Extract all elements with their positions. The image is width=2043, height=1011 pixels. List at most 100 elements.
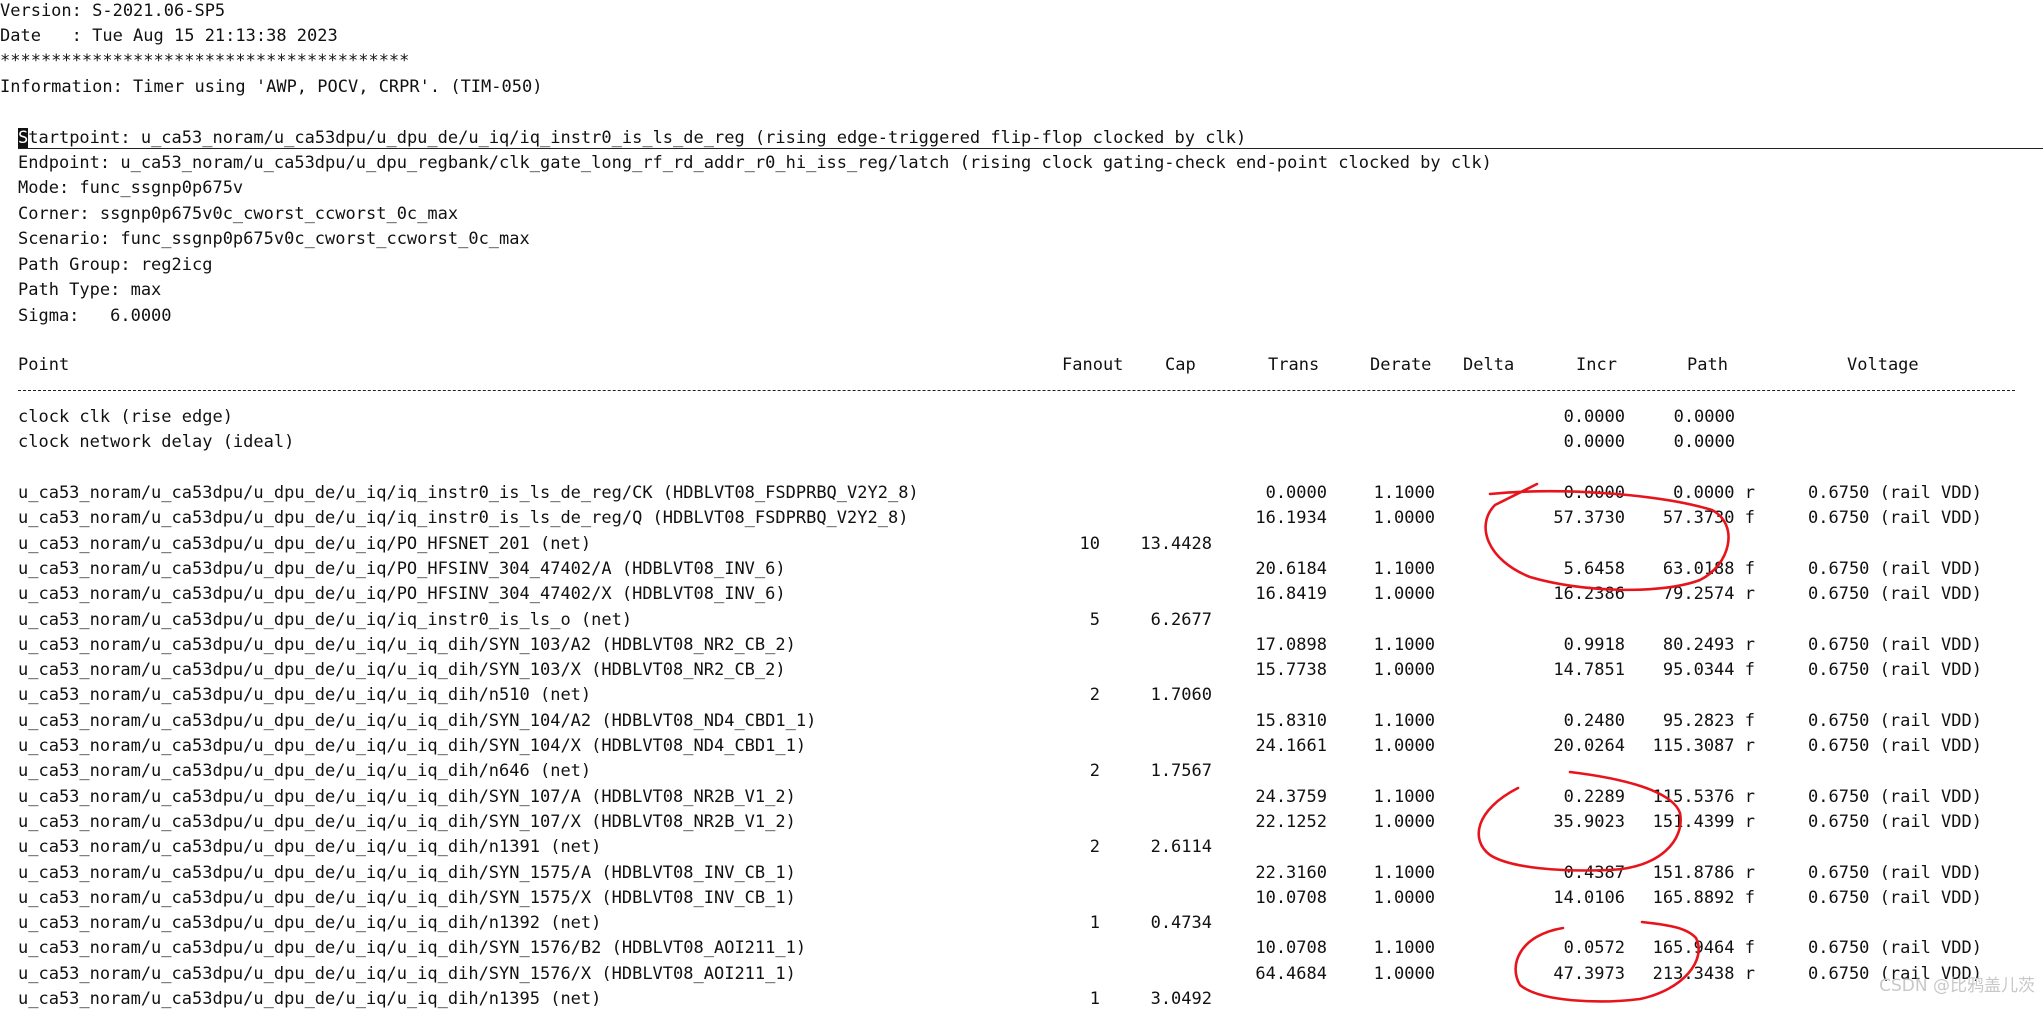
incr-cell: 0.9918	[1563, 634, 1625, 655]
table-row: u_ca53_noram/u_ca53dpu/u_dpu_de/u_iq/u_i…	[0, 759, 2043, 783]
col-header-derate: Derate	[1370, 355, 1432, 375]
voltage-cell: 0.6750 (rail VDD)	[1808, 736, 1982, 756]
startpoint-text: tartpoint: u_ca53_noram/u_ca53dpu/u_dpu_…	[28, 128, 1247, 148]
table-row: u_ca53_noram/u_ca53dpu/u_dpu_de/u_iq/iq_…	[0, 608, 2043, 632]
point-cell: u_ca53_noram/u_ca53dpu/u_dpu_de/u_iq/u_i…	[18, 938, 807, 959]
table-row: u_ca53_noram/u_ca53dpu/u_dpu_de/u_iq/u_i…	[0, 936, 2043, 960]
point-cell: u_ca53_noram/u_ca53dpu/u_dpu_de/u_iq/PO_…	[18, 558, 786, 579]
incr-cell: 14.0106	[1553, 887, 1625, 908]
point-cell: clock network delay (ideal)	[18, 432, 295, 452]
table-row: u_ca53_noram/u_ca53dpu/u_dpu_de/u_iq/PO_…	[0, 557, 2043, 581]
incr-cell: 16.2386	[1553, 584, 1625, 605]
point-cell: u_ca53_noram/u_ca53dpu/u_dpu_de/u_iq/u_i…	[18, 989, 602, 1009]
point-cell: u_ca53_noram/u_ca53dpu/u_dpu_de/u_iq/PO_…	[18, 584, 786, 605]
point-cell: u_ca53_noram/u_ca53dpu/u_dpu_de/u_iq/u_i…	[18, 811, 796, 832]
derate-cell: 1.0000	[1373, 508, 1435, 529]
voltage-cell: 0.6750 (rail VDD)	[1808, 660, 1982, 681]
information-line: Information: Timer using 'AWP, POCV, CRP…	[0, 77, 543, 97]
cap-cell: 13.4428	[1140, 533, 1212, 554]
point-cell: u_ca53_noram/u_ca53dpu/u_dpu_de/u_iq/PO_…	[18, 533, 592, 554]
table-row: u_ca53_noram/u_ca53dpu/u_dpu_de/u_iq/iq_…	[0, 506, 2043, 530]
cap-cell: 6.2677	[1150, 609, 1212, 630]
voltage-cell: 0.6750 (rail VDD)	[1808, 558, 1982, 579]
fanout-cell: 2	[1089, 837, 1100, 858]
divider-line	[18, 148, 2043, 149]
incr-cell: 0.2289	[1563, 786, 1625, 807]
voltage-cell: 0.6750 (rail VDD)	[1808, 710, 1982, 731]
path-cell: 0.0000	[1673, 407, 1735, 427]
table-row: u_ca53_noram/u_ca53dpu/u_dpu_de/u_iq/u_i…	[0, 734, 2043, 758]
derate-cell: 1.0000	[1373, 584, 1435, 605]
voltage-cell: 0.6750 (rail VDD)	[1808, 862, 1982, 883]
point-cell: u_ca53_noram/u_ca53dpu/u_dpu_de/u_iq/u_i…	[18, 913, 602, 934]
table-row: u_ca53_noram/u_ca53dpu/u_dpu_de/u_iq/u_i…	[0, 861, 2043, 885]
incr-cell: 0.0000	[1563, 432, 1625, 452]
derate-cell: 1.0000	[1373, 736, 1435, 756]
corner-line: Corner: ssgnp0p675v0c_cworst_ccworst_0c_…	[18, 204, 459, 224]
table-row: u_ca53_noram/u_ca53dpu/u_dpu_de/u_iq/u_i…	[0, 633, 2043, 657]
incr-cell: 5.6458	[1563, 558, 1625, 579]
trans-cell: 0.0000	[1265, 483, 1327, 503]
cap-cell: 1.7060	[1150, 685, 1212, 706]
col-header-trans: Trans	[1268, 355, 1320, 375]
fanout-cell: 2	[1089, 685, 1100, 706]
derate-cell: 1.1000	[1373, 786, 1435, 807]
trans-cell: 10.0708	[1255, 887, 1327, 908]
derate-cell: 1.0000	[1373, 660, 1435, 681]
voltage-cell: 0.6750 (rail VDD)	[1808, 483, 1982, 503]
path-cell: 95.2823 f	[1662, 710, 1755, 731]
point-cell: u_ca53_noram/u_ca53dpu/u_dpu_de/u_iq/u_i…	[18, 963, 796, 984]
trans-cell: 16.8419	[1255, 584, 1327, 605]
table-row: u_ca53_noram/u_ca53dpu/u_dpu_de/u_iq/u_i…	[0, 835, 2043, 859]
trans-cell: 10.0708	[1255, 938, 1327, 959]
path-cell: 0.0000	[1673, 432, 1735, 452]
incr-cell: 35.9023	[1553, 811, 1625, 832]
path-cell: 57.3730 f	[1662, 508, 1755, 529]
table-row: u_ca53_noram/u_ca53dpu/u_dpu_de/u_iq/iq_…	[0, 481, 2043, 505]
startpoint-line[interactable]: Startpoint: u_ca53_noram/u_ca53dpu/u_dpu…	[18, 128, 1246, 148]
point-cell: u_ca53_noram/u_ca53dpu/u_dpu_de/u_iq/u_i…	[18, 837, 602, 858]
text-cursor: S	[18, 128, 29, 148]
table-row: u_ca53_noram/u_ca53dpu/u_dpu_de/u_iq/u_i…	[0, 911, 2043, 935]
path-cell: 151.8786 r	[1652, 862, 1755, 883]
voltage-cell: 0.6750 (rail VDD)	[1808, 508, 1982, 529]
path-cell: 95.0344 f	[1662, 660, 1755, 681]
clock-row: clock network delay (ideal) 0.0000 0.000…	[0, 430, 2043, 454]
path-type-line: Path Type: max	[18, 280, 162, 300]
point-cell: u_ca53_noram/u_ca53dpu/u_dpu_de/u_iq/u_i…	[18, 736, 807, 756]
path-cell: 115.3087 r	[1652, 736, 1755, 756]
table-row: u_ca53_noram/u_ca53dpu/u_dpu_de/u_iq/u_i…	[0, 785, 2043, 809]
point-cell: u_ca53_noram/u_ca53dpu/u_dpu_de/u_iq/iq_…	[18, 609, 633, 630]
path-cell: 115.5376 r	[1652, 786, 1755, 807]
point-cell: u_ca53_noram/u_ca53dpu/u_dpu_de/u_iq/u_i…	[18, 634, 796, 655]
date-line: Date : Tue Aug 15 21:13:38 2023	[0, 26, 338, 46]
trans-cell: 22.1252	[1255, 811, 1327, 832]
table-row: u_ca53_noram/u_ca53dpu/u_dpu_de/u_iq/u_i…	[0, 683, 2043, 707]
voltage-cell: 0.6750 (rail VDD)	[1808, 584, 1982, 605]
table-row: u_ca53_noram/u_ca53dpu/u_dpu_de/u_iq/PO_…	[0, 532, 2043, 556]
trans-cell: 15.7738	[1255, 660, 1327, 681]
point-cell: u_ca53_noram/u_ca53dpu/u_dpu_de/u_iq/iq_…	[18, 508, 909, 529]
table-row: u_ca53_noram/u_ca53dpu/u_dpu_de/u_iq/u_i…	[0, 810, 2043, 834]
table-row: u_ca53_noram/u_ca53dpu/u_dpu_de/u_iq/u_i…	[0, 709, 2043, 733]
derate-cell: 1.1000	[1373, 938, 1435, 959]
path-cell: 63.0188 f	[1662, 558, 1755, 579]
cap-cell: 2.6114	[1150, 837, 1212, 858]
incr-cell: 0.0000	[1563, 483, 1625, 503]
col-header-delta: Delta	[1463, 355, 1515, 375]
incr-cell: 47.3973	[1553, 963, 1625, 984]
col-header-voltage: Voltage	[1847, 355, 1919, 375]
path-group-line: Path Group: reg2icg	[18, 255, 213, 275]
table-row: u_ca53_noram/u_ca53dpu/u_dpu_de/u_iq/u_i…	[0, 987, 2043, 1011]
path-cell: 0.0000 r	[1673, 483, 1755, 503]
path-cell: 213.3438 r	[1652, 963, 1755, 984]
sigma-line: Sigma: 6.0000	[18, 306, 172, 326]
derate-cell: 1.0000	[1373, 963, 1435, 984]
derate-cell: 1.1000	[1373, 634, 1435, 655]
incr-cell: 0.4387	[1563, 862, 1625, 883]
trans-cell: 24.1661	[1255, 736, 1327, 756]
col-header-path: Path	[1687, 355, 1728, 375]
point-cell: u_ca53_noram/u_ca53dpu/u_dpu_de/u_iq/u_i…	[18, 685, 592, 706]
stars-line: ****************************************	[0, 51, 410, 71]
path-cell: 165.8892 f	[1652, 887, 1755, 908]
